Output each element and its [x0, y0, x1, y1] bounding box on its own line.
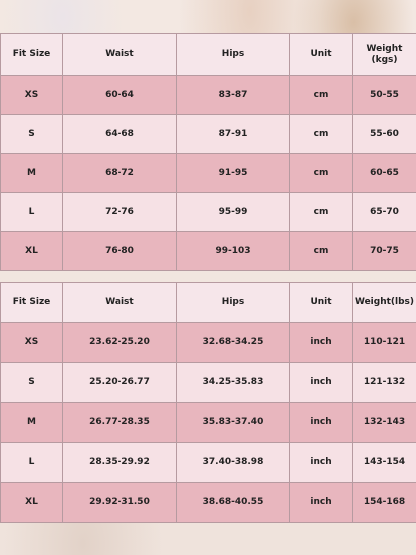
size-cell: M [0, 402, 63, 443]
header-row: Fit Size Waist Hips Unit Weight (kgs) [0, 33, 416, 76]
unit-cell: inch [289, 442, 353, 483]
unit-cell: cm [289, 231, 353, 271]
header-hips: Hips [176, 282, 290, 323]
unit-cell: cm [289, 75, 353, 115]
header-row: Fit Size Waist Hips Unit Weight(lbs) [0, 282, 416, 323]
size-cell: M [0, 153, 63, 193]
size-cell: L [0, 442, 63, 483]
hips-cell: 87-91 [176, 114, 290, 154]
size-cell: XL [0, 482, 63, 523]
waist-cell: 68-72 [62, 153, 177, 193]
table-row: XL 76-80 99-103 cm 70-75 [0, 231, 416, 271]
weight-cell: 70-75 [352, 231, 416, 271]
unit-cell: cm [289, 192, 353, 232]
hips-cell: 95-99 [176, 192, 290, 232]
waist-cell: 28.35-29.92 [62, 442, 177, 483]
weight-cell: 132-143 [352, 402, 416, 443]
hips-cell: 99-103 [176, 231, 290, 271]
weight-cell: 60-65 [352, 153, 416, 193]
weight-cell: 110-121 [352, 322, 416, 363]
table-row: L 72-76 95-99 cm 65-70 [0, 192, 416, 232]
header-unit: Unit [289, 33, 353, 76]
hips-cell: 35.83-37.40 [176, 402, 290, 443]
table-row: XS 60-64 83-87 cm 50-55 [0, 75, 416, 115]
weight-cell: 154-168 [352, 482, 416, 523]
hips-cell: 37.40-38.98 [176, 442, 290, 483]
header-hips: Hips [176, 33, 290, 76]
size-cell: S [0, 114, 63, 154]
table-row: S 25.20-26.77 34.25-35.83 inch 121-132 [0, 362, 416, 403]
header-fit-size: Fit Size [0, 33, 63, 76]
hips-cell: 34.25-35.83 [176, 362, 290, 403]
size-cell: XL [0, 231, 63, 271]
unit-cell: inch [289, 362, 353, 403]
waist-cell: 76-80 [62, 231, 177, 271]
unit-cell: inch [289, 402, 353, 443]
unit-cell: inch [289, 322, 353, 363]
header-waist: Waist [62, 282, 177, 323]
hips-cell: 91-95 [176, 153, 290, 193]
table-row: S 64-68 87-91 cm 55-60 [0, 114, 416, 154]
hips-cell: 38.68-40.55 [176, 482, 290, 523]
unit-cell: cm [289, 153, 353, 193]
table-row: L 28.35-29.92 37.40-38.98 inch 143-154 [0, 442, 416, 483]
size-chart-inch: Fit Size Waist Hips Unit Weight(lbs) XS … [0, 282, 416, 523]
weight-cell: 121-132 [352, 362, 416, 403]
weight-cell: 55-60 [352, 114, 416, 154]
size-cell: XS [0, 322, 63, 363]
waist-cell: 26.77-28.35 [62, 402, 177, 443]
hips-cell: 32.68-34.25 [176, 322, 290, 363]
size-cell: S [0, 362, 63, 403]
weight-cell: 65-70 [352, 192, 416, 232]
size-chart-cm: Fit Size Waist Hips Unit Weight (kgs) XS… [0, 33, 416, 271]
header-weight: Weight(lbs) [352, 282, 416, 323]
table-row: XS 23.62-25.20 32.68-34.25 inch 110-121 [0, 322, 416, 363]
table-row: XL 29.92-31.50 38.68-40.55 inch 154-168 [0, 482, 416, 523]
unit-cell: cm [289, 114, 353, 154]
header-weight: Weight (kgs) [352, 33, 416, 76]
hips-cell: 83-87 [176, 75, 290, 115]
waist-cell: 60-64 [62, 75, 177, 115]
header-fit-size: Fit Size [0, 282, 63, 323]
size-cell: XS [0, 75, 63, 115]
waist-cell: 29.92-31.50 [62, 482, 177, 523]
weight-cell: 143-154 [352, 442, 416, 483]
waist-cell: 64-68 [62, 114, 177, 154]
waist-cell: 23.62-25.20 [62, 322, 177, 363]
header-unit: Unit [289, 282, 353, 323]
header-waist: Waist [62, 33, 177, 76]
table-row: M 68-72 91-95 cm 60-65 [0, 153, 416, 193]
size-cell: L [0, 192, 63, 232]
weight-cell: 50-55 [352, 75, 416, 115]
waist-cell: 25.20-26.77 [62, 362, 177, 403]
table-row: M 26.77-28.35 35.83-37.40 inch 132-143 [0, 402, 416, 443]
unit-cell: inch [289, 482, 353, 523]
waist-cell: 72-76 [62, 192, 177, 232]
